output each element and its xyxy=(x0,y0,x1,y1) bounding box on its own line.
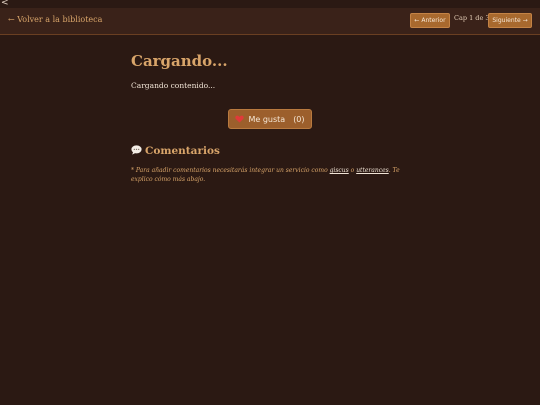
next-chapter-button[interactable]: Siguiente → xyxy=(488,13,532,28)
comments-note: * Para añadir comentarios necesitarás in… xyxy=(131,166,409,184)
comments-title-text: Comentarios xyxy=(145,145,220,157)
chapter-title: Cargando... xyxy=(131,52,228,70)
chapter-indicator: Cap 1 de 3 xyxy=(454,14,490,22)
chapter-content: Cargando... Cargando contenido... Me gus… xyxy=(131,52,411,183)
speech-bubble-icon xyxy=(131,145,142,155)
note-part-1: * Para añadir comentarios necesitarás in… xyxy=(131,167,330,174)
stray-char: < xyxy=(1,0,9,8)
comments-heading: Comentarios xyxy=(131,145,220,157)
utterances-link[interactable]: utterances xyxy=(356,167,389,174)
back-to-library-link[interactable]: ← Volver a la biblioteca xyxy=(8,15,102,24)
loading-text: Cargando contenido... xyxy=(131,81,216,90)
previous-chapter-button[interactable]: ← Anterior xyxy=(410,13,450,28)
giscus-link[interactable]: giscus xyxy=(330,167,349,174)
like-count: (0) xyxy=(293,114,305,124)
top-navigation-bar: ← Volver a la biblioteca ← Anterior Cap … xyxy=(0,8,540,35)
like-label: Me gusta xyxy=(248,114,286,124)
like-button[interactable]: Me gusta (0) xyxy=(228,109,312,129)
heart-icon xyxy=(235,115,245,123)
